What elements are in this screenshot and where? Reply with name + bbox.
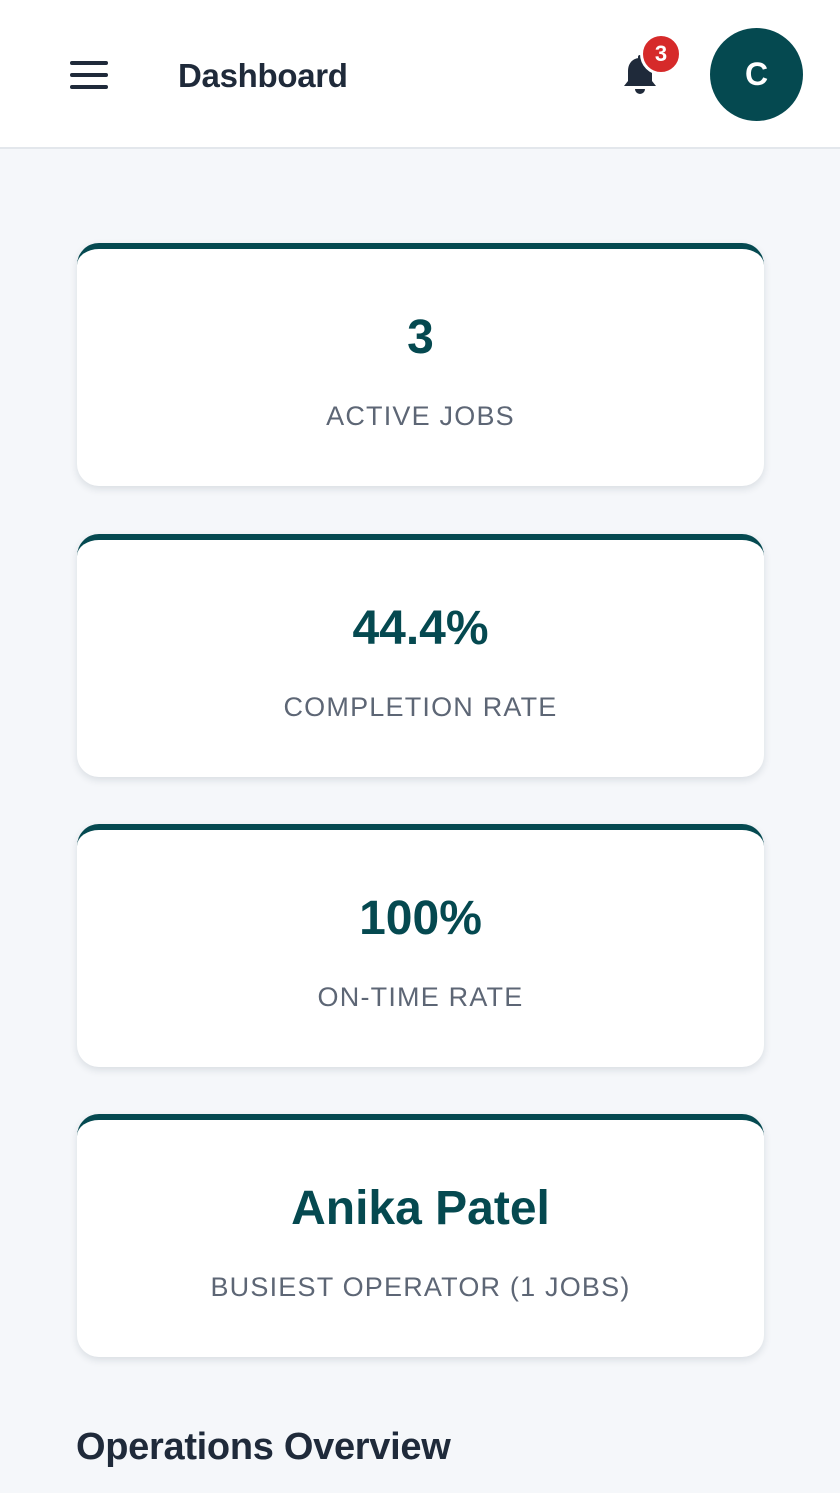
stat-value: 100% (359, 892, 482, 945)
stat-value: Anika Patel (291, 1182, 550, 1235)
stat-card-completion-rate: 44.4% COMPLETION RATE (77, 534, 764, 777)
section-title-operations-overview: Operations Overview (76, 1426, 451, 1468)
stat-value: 3 (407, 311, 434, 364)
page-title: Dashboard (178, 57, 348, 94)
top-app-bar: Dashboard 3 C (0, 0, 840, 149)
stat-card-active-jobs: 3 ACTIVE JOBS (77, 243, 764, 486)
stat-label: BUSIEST OPERATOR (1 JOBS) (210, 1272, 631, 1302)
user-avatar[interactable]: C (710, 28, 803, 121)
stat-card-busiest-operator: Anika Patel BUSIEST OPERATOR (1 JOBS) (77, 1114, 764, 1357)
stat-label: ON-TIME RATE (317, 982, 524, 1012)
stat-label: COMPLETION RATE (283, 692, 558, 722)
stat-card-on-time-rate: 100% ON-TIME RATE (77, 824, 764, 1067)
stat-value: 44.4% (352, 602, 489, 655)
menu-button[interactable] (62, 50, 116, 100)
stat-label: ACTIVE JOBS (326, 401, 515, 431)
notification-count-badge: 3 (640, 33, 682, 75)
hamburger-menu-icon (70, 61, 108, 65)
